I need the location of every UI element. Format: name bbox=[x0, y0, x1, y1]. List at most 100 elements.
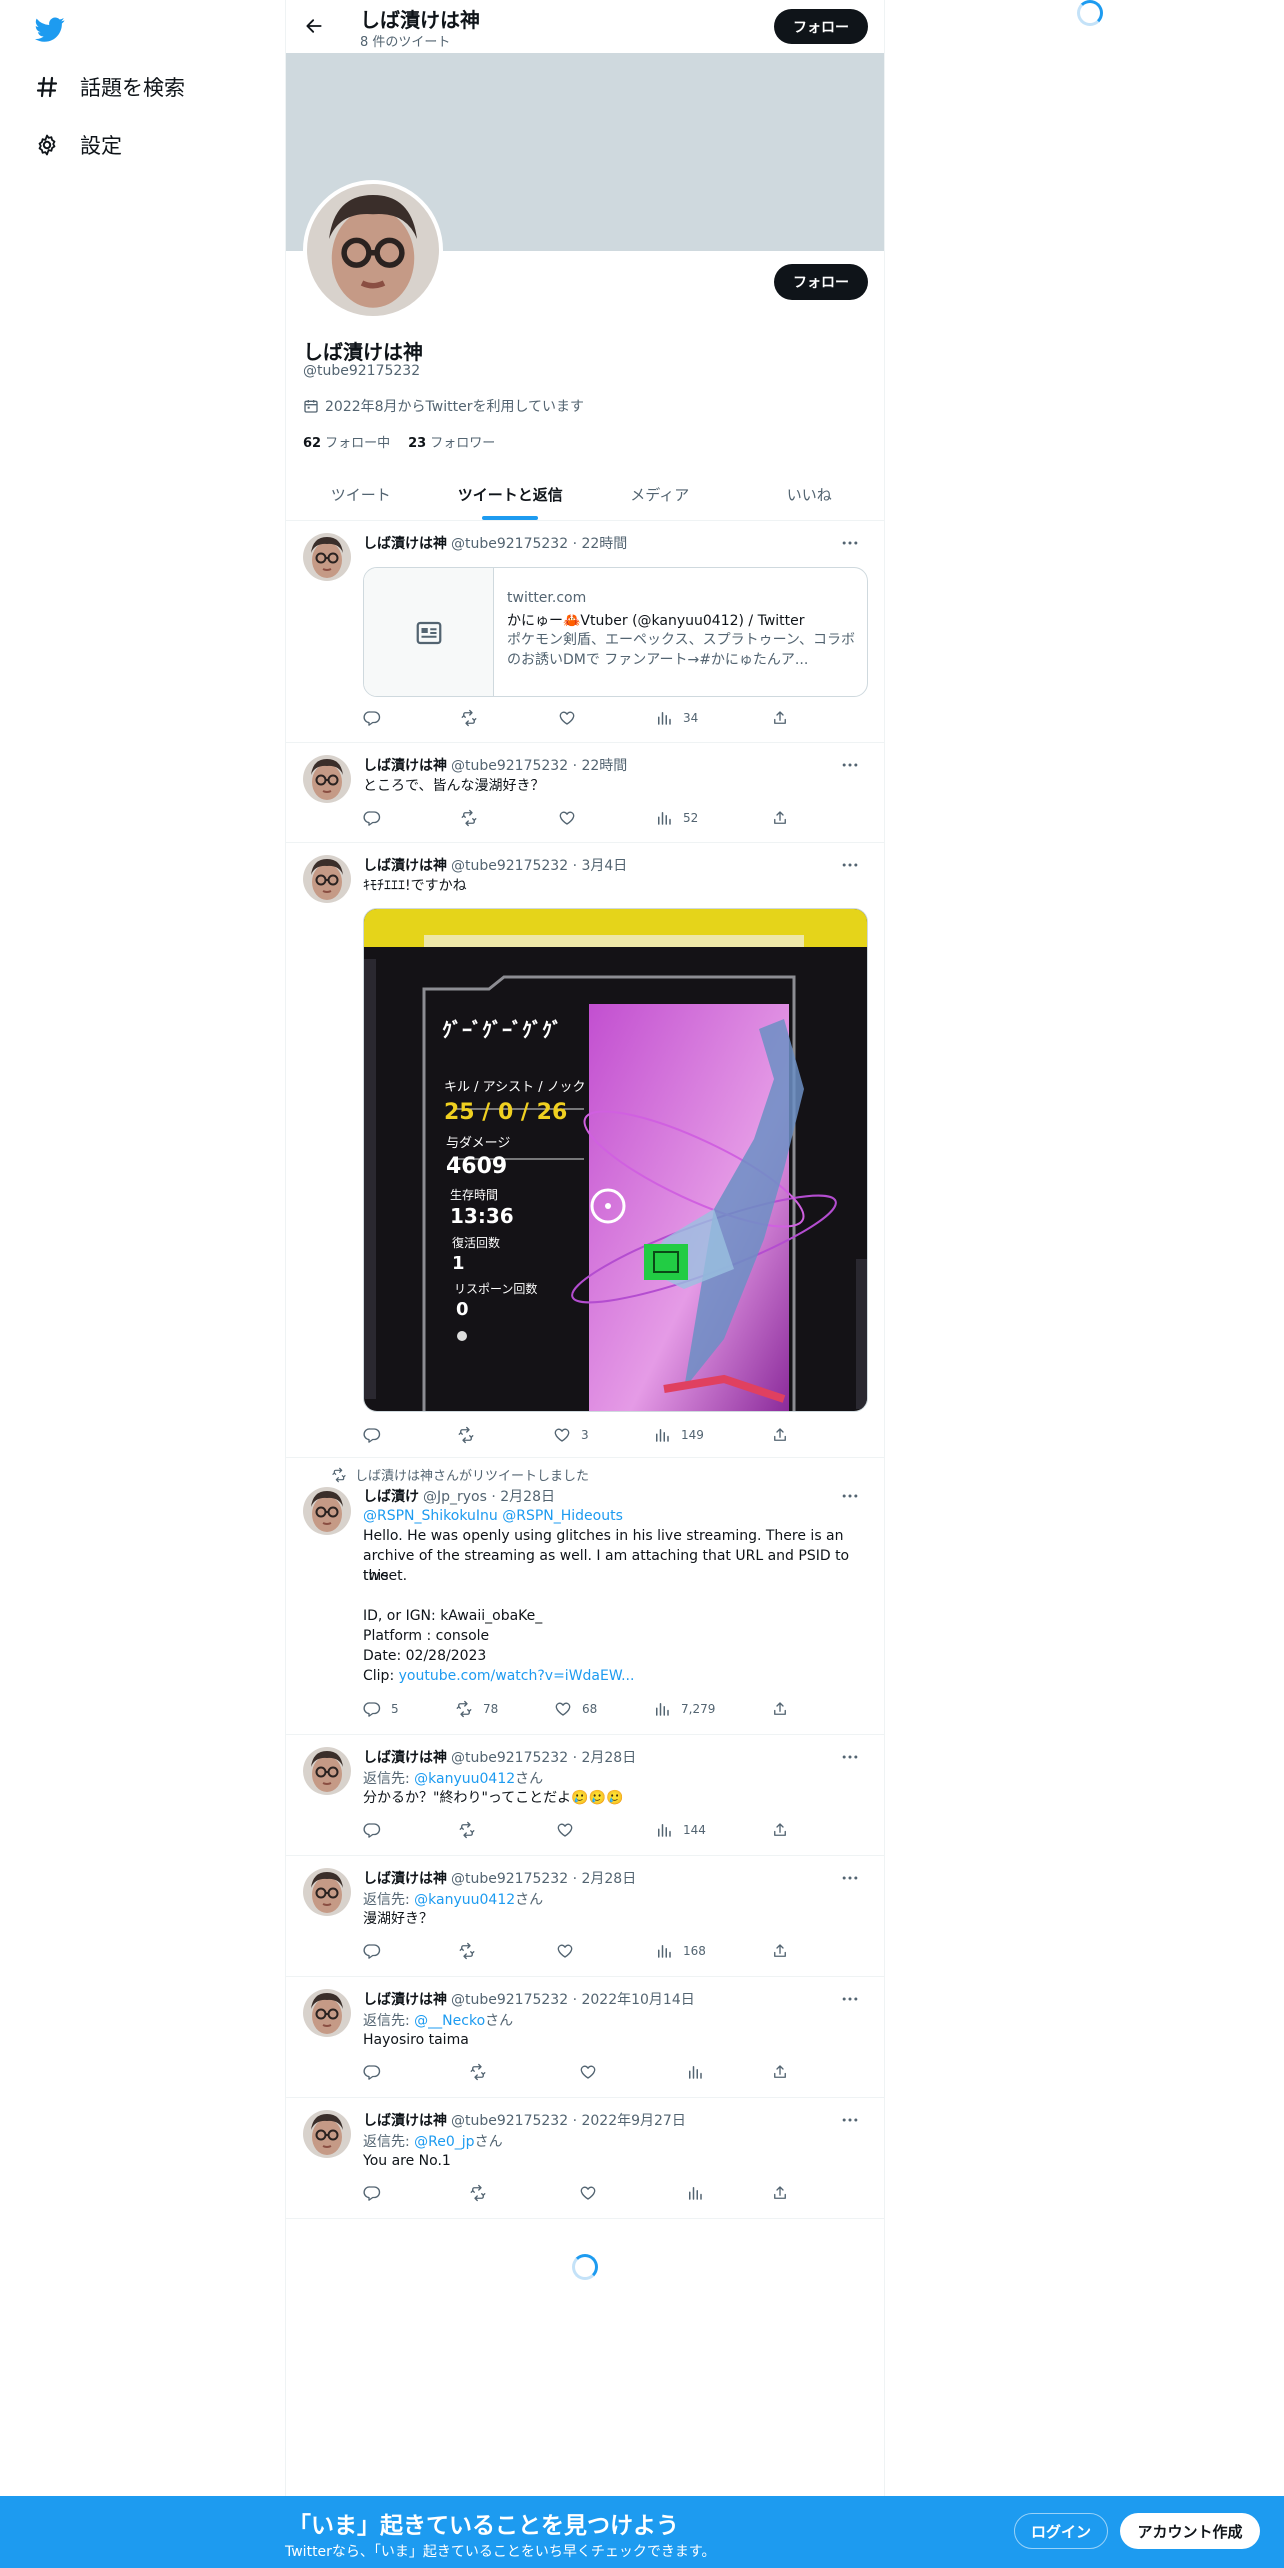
tweet-meta[interactable]: @tube92175232 · 2022年10月14日 bbox=[451, 1992, 695, 2008]
followers-link[interactable]: 23 フォロワー bbox=[408, 432, 495, 451]
reply-icon[interactable] bbox=[363, 2063, 391, 2081]
header-follow-button[interactable]: フォロー bbox=[774, 9, 868, 44]
tweet-meta[interactable]: @tube92175232 · 22時間 bbox=[451, 536, 627, 552]
like-icon[interactable] bbox=[579, 2184, 607, 2202]
tweet-author-name[interactable]: しば漬けは神 bbox=[363, 1750, 447, 1766]
tweet-item[interactable]: しば漬けは神 @tube92175232 · 22時間 ところで、皆んな漫湖好き？… bbox=[286, 743, 884, 843]
retweet-icon[interactable] bbox=[460, 809, 488, 827]
reply-icon[interactable] bbox=[363, 1942, 391, 1960]
tweet-author-name[interactable]: しば漬けは神 bbox=[363, 858, 447, 874]
share-icon[interactable] bbox=[771, 1426, 799, 1444]
reply-to-link[interactable]: @kanyuu0412 bbox=[414, 1892, 515, 1908]
reply-to-link[interactable]: @__Necko bbox=[414, 2013, 485, 2029]
tab-likes[interactable]: いいね bbox=[735, 468, 885, 520]
tweet-author-name[interactable]: しば漬けは神 bbox=[363, 1992, 447, 2008]
more-icon[interactable] bbox=[836, 1486, 864, 1506]
tweet-avatar[interactable] bbox=[303, 1747, 351, 1795]
share-icon[interactable] bbox=[771, 1942, 799, 1960]
like-icon[interactable] bbox=[579, 2063, 607, 2081]
tweet-mentions[interactable]: @RSPN_ShikokuInu @RSPN_Hideouts bbox=[363, 1506, 867, 1526]
tweet-avatar[interactable] bbox=[303, 1989, 351, 2037]
retweet-icon[interactable] bbox=[469, 2063, 497, 2081]
tab-tweets-and-replies[interactable]: ツイートと返信 bbox=[436, 468, 586, 520]
more-icon[interactable] bbox=[836, 533, 864, 553]
retweet-icon[interactable] bbox=[458, 1821, 486, 1839]
nav-explore[interactable]: 話題を検索 bbox=[32, 67, 185, 107]
reply-icon[interactable] bbox=[363, 809, 391, 827]
share-icon[interactable] bbox=[771, 2184, 799, 2202]
tab-media[interactable]: メディア bbox=[585, 468, 735, 520]
retweet-icon[interactable] bbox=[457, 1426, 485, 1444]
tweet-meta[interactable]: @Jp_ryos · 2月28日 bbox=[423, 1489, 555, 1505]
views-icon[interactable]: 144 bbox=[655, 1821, 706, 1839]
like-icon[interactable]: 68 bbox=[554, 1700, 597, 1718]
tweet-meta[interactable]: @tube92175232 · 22時間 bbox=[451, 758, 627, 774]
tweet-avatar[interactable] bbox=[303, 533, 351, 581]
like-icon[interactable] bbox=[556, 1942, 584, 1960]
views-icon[interactable]: 168 bbox=[655, 1942, 706, 1960]
reply-to-link[interactable]: @Re0_jp bbox=[414, 2134, 474, 2150]
share-icon[interactable] bbox=[771, 1821, 799, 1839]
tweet-meta[interactable]: @tube92175232 · 3月4日 bbox=[451, 858, 627, 874]
reply-icon[interactable]: 5 bbox=[363, 1700, 399, 1718]
link-card[interactable]: twitter.com かにゅー🦀Vtuber (@kanyuu0412) / … bbox=[363, 567, 868, 697]
reply-to-link[interactable]: @kanyuu0412 bbox=[414, 1771, 515, 1787]
tweet-item[interactable]: しば漬けは神 @tube92175232 · 2月28日 返信先: @kanyuu… bbox=[286, 1735, 884, 1856]
tweet-item[interactable]: しば漬けは神 @tube92175232 · 2月28日 返信先: @kanyuu… bbox=[286, 1856, 884, 1977]
retweet-icon[interactable] bbox=[460, 709, 488, 727]
retweet-note-text[interactable]: しば漬けは神さんがリツイートしました bbox=[355, 1465, 589, 1484]
tweet-author-name[interactable]: しば漬けは神 bbox=[363, 758, 447, 774]
views-icon[interactable] bbox=[686, 2184, 714, 2202]
tab-tweets[interactable]: ツイート bbox=[286, 468, 436, 520]
reply-icon[interactable] bbox=[363, 1821, 391, 1839]
tweet-author-name[interactable]: しば漬け bbox=[363, 1489, 419, 1505]
reply-icon[interactable] bbox=[363, 1426, 391, 1444]
share-icon[interactable] bbox=[771, 809, 799, 827]
tweet-item[interactable]: しば漬けは神 @tube92175232 · 2022年10月14日 返信先: @… bbox=[286, 1977, 884, 2098]
retweet-icon[interactable] bbox=[469, 2184, 497, 2202]
share-icon[interactable] bbox=[771, 709, 799, 727]
tweet-item[interactable]: しば漬けは神@tube92175232 · 3月4日 ｷﾓﾁｴｴｴ!ですかね bbox=[286, 843, 884, 1458]
create-account-button[interactable]: アカウント作成 bbox=[1120, 2513, 1260, 2549]
more-icon[interactable] bbox=[836, 755, 864, 775]
login-button[interactable]: ログイン bbox=[1014, 2513, 1108, 2549]
profile-follow-button[interactable]: フォロー bbox=[774, 264, 868, 300]
tweet-avatar[interactable] bbox=[303, 755, 351, 803]
like-icon[interactable] bbox=[558, 809, 586, 827]
tweet-meta[interactable]: @tube92175232 · 2月28日 bbox=[451, 1871, 636, 1887]
share-icon[interactable] bbox=[771, 2063, 799, 2081]
tweet-author-name[interactable]: しば漬けは神 bbox=[363, 2113, 447, 2129]
views-icon[interactable]: 7,279 bbox=[653, 1700, 715, 1718]
more-icon[interactable] bbox=[836, 1989, 864, 2009]
retweet-item[interactable]: しば漬けは神さんがリツイートしました しば漬け @Jp_ryos · 2月28日 … bbox=[286, 1458, 884, 1735]
tweet-avatar[interactable] bbox=[303, 1487, 351, 1535]
like-icon[interactable]: 3 bbox=[553, 1426, 589, 1444]
nav-settings[interactable]: 設定 bbox=[32, 125, 122, 165]
tweet-author-name[interactable]: しば漬けは神 bbox=[363, 536, 447, 552]
views-icon[interactable]: 34 bbox=[655, 709, 698, 727]
tweet-meta[interactable]: @tube92175232 · 2月28日 bbox=[451, 1750, 636, 1766]
views-icon[interactable]: 149 bbox=[653, 1426, 704, 1444]
like-icon[interactable] bbox=[556, 1821, 584, 1839]
views-icon[interactable]: 52 bbox=[655, 809, 698, 827]
tweet-avatar[interactable] bbox=[303, 2110, 351, 2158]
like-icon[interactable] bbox=[558, 709, 586, 727]
clip-link[interactable]: youtube.com/watch?v=iWdaEW... bbox=[399, 1668, 635, 1684]
tweet-avatar[interactable] bbox=[303, 1868, 351, 1916]
tweet-media-image[interactable]: ｸﾞｰﾞｸﾞｰﾞｸﾞｸﾞ キル / アシスト / ノック 25 / 0 / 26… bbox=[363, 908, 868, 1412]
tweet-avatar[interactable] bbox=[303, 855, 351, 903]
tweet-item[interactable]: しば漬けは神 @tube92175232 · 2022年9月27日 返信先: @R… bbox=[286, 2098, 884, 2219]
tweet-meta[interactable]: @tube92175232 · 2022年9月27日 bbox=[451, 2113, 686, 2129]
following-link[interactable]: 62 フォロー中 bbox=[303, 432, 390, 451]
retweet-icon[interactable] bbox=[458, 1942, 486, 1960]
more-icon[interactable] bbox=[836, 855, 864, 875]
more-icon[interactable] bbox=[836, 2110, 864, 2130]
profile-avatar[interactable] bbox=[303, 180, 443, 320]
views-icon[interactable] bbox=[686, 2063, 714, 2081]
more-icon[interactable] bbox=[836, 1868, 864, 1888]
reply-icon[interactable] bbox=[363, 709, 391, 727]
reply-icon[interactable] bbox=[363, 2184, 391, 2202]
retweet-icon[interactable]: 78 bbox=[455, 1700, 498, 1718]
tweet-author-name[interactable]: しば漬けは神 bbox=[363, 1871, 447, 1887]
share-icon[interactable] bbox=[771, 1700, 799, 1718]
